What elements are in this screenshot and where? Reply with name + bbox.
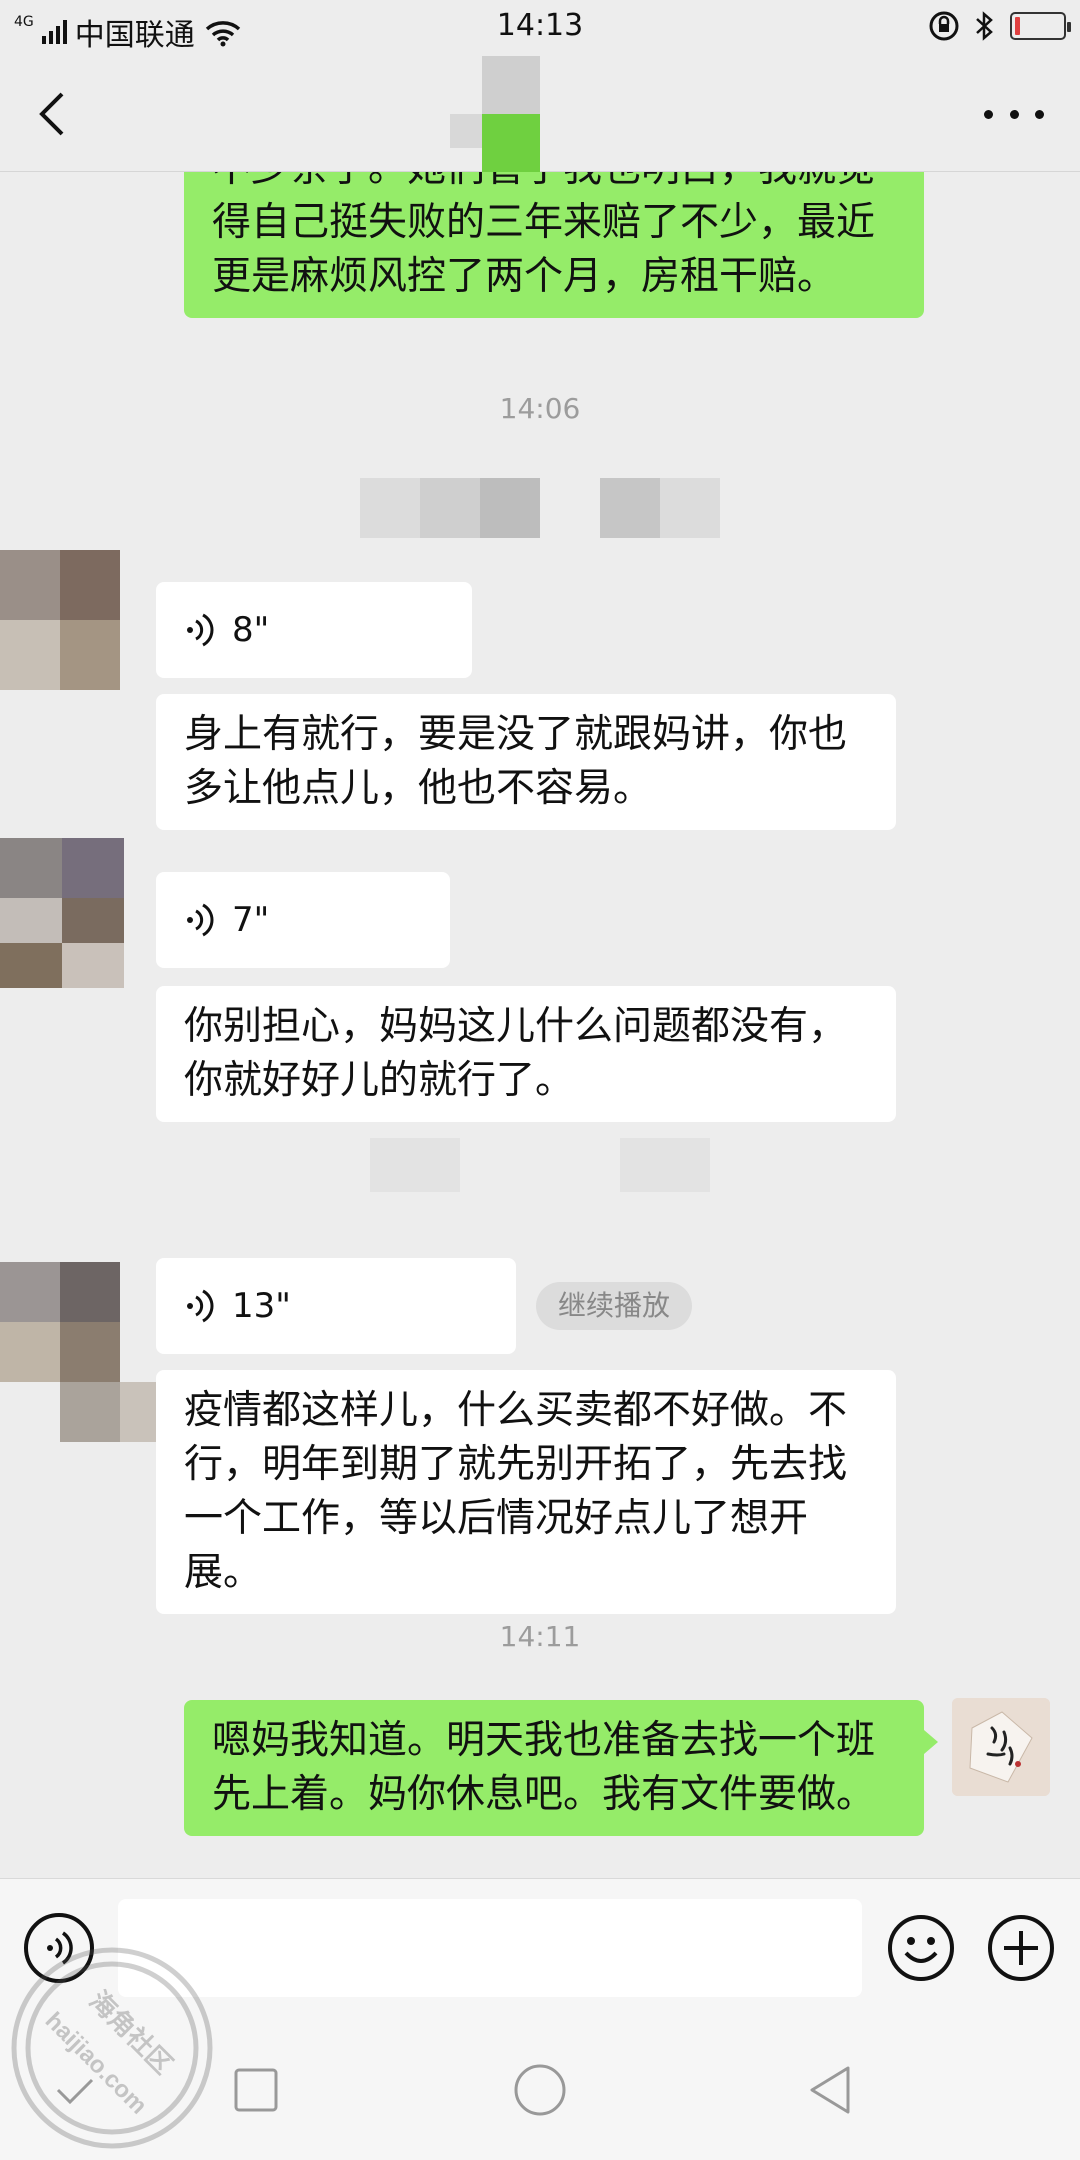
voice-message[interactable]: 13" [156, 1258, 516, 1354]
status-time: 14:13 [496, 8, 584, 43]
rotation-lock-icon [929, 11, 959, 41]
contact-avatar[interactable] [0, 1262, 160, 1442]
voice-input-button[interactable] [24, 1913, 94, 1983]
back-nav-button[interactable] [800, 2060, 860, 2120]
pixelated-notice [370, 1138, 710, 1192]
message-input[interactable] [118, 1899, 862, 1997]
voice-message[interactable]: 7" [156, 872, 450, 968]
more-horizontal-icon [984, 109, 993, 119]
message-bubble-incoming[interactable]: 身上有就行，要是没了就跟妈讲，你也 多让他点儿，他也不容易。 [156, 694, 896, 830]
bluetooth-icon [976, 11, 993, 41]
message-list[interactable]: 不少亲了。她们管了我也明白，我就觉 得自己挺失败的三年来赔了不少，最近 更是麻烦… [0, 172, 1080, 1878]
emoji-button[interactable] [886, 1913, 956, 1983]
plus-button[interactable] [986, 1913, 1056, 1983]
chat-header [0, 56, 1080, 172]
voice-wave-icon [187, 613, 214, 647]
chevron-left-icon [39, 92, 64, 136]
pixelated-notice [360, 478, 720, 538]
message-bubble-incoming[interactable]: 你别担心，妈妈这儿什么问题都没有， 你就好好儿的就行了。 [156, 986, 896, 1122]
contact-avatar[interactable] [0, 550, 120, 690]
home-button[interactable] [510, 2060, 570, 2120]
message-bubble-incoming[interactable]: 疫情都这样儿，什么买卖都不好做。不 行，明年到期了就先别开拓了，先去找 一个工作… [156, 1370, 896, 1614]
voice-input-icon [47, 1931, 73, 1965]
back-button[interactable] [28, 86, 78, 142]
input-bar [0, 1878, 1080, 2020]
more-button[interactable] [984, 86, 1044, 142]
status-bar: 4G 中国联通 14:13 [0, 0, 1080, 56]
home-circle-icon [514, 2064, 566, 2116]
square-icon [234, 2068, 278, 2112]
voice-wave-icon [187, 903, 214, 937]
timestamp: 14:11 [499, 1620, 581, 1653]
voice-duration: 13" [232, 1286, 291, 1326]
voice-wave-icon [187, 1289, 214, 1323]
contact-avatar[interactable] [0, 838, 140, 988]
voice-duration: 7" [232, 900, 270, 940]
battery-icon [1010, 12, 1071, 40]
message-bubble-outgoing[interactable]: 嗯妈我知道。明天我也准备去找一个班 先上着。妈你休息吧。我有文件要做。 [184, 1700, 938, 1836]
system-navigation [0, 2020, 1080, 2160]
recents-button[interactable] [226, 2060, 286, 2120]
voice-duration: 8" [232, 610, 270, 650]
message-bubble-outgoing[interactable]: 不少亲了。她们管了我也明白，我就觉 得自己挺失败的三年来赔了不少，最近 更是麻烦… [184, 172, 924, 318]
status-right [928, 10, 1071, 42]
my-avatar[interactable] [952, 1698, 1050, 1796]
continue-play-button[interactable]: 继续播放 [536, 1282, 692, 1330]
voice-message[interactable]: 8" [156, 582, 472, 678]
calligraphy-image [952, 1698, 1050, 1796]
timestamp: 14:06 [499, 392, 581, 425]
check-icon[interactable] [44, 2060, 104, 2120]
contact-name-pixelated [410, 56, 610, 172]
back-triangle-icon [810, 2066, 850, 2114]
